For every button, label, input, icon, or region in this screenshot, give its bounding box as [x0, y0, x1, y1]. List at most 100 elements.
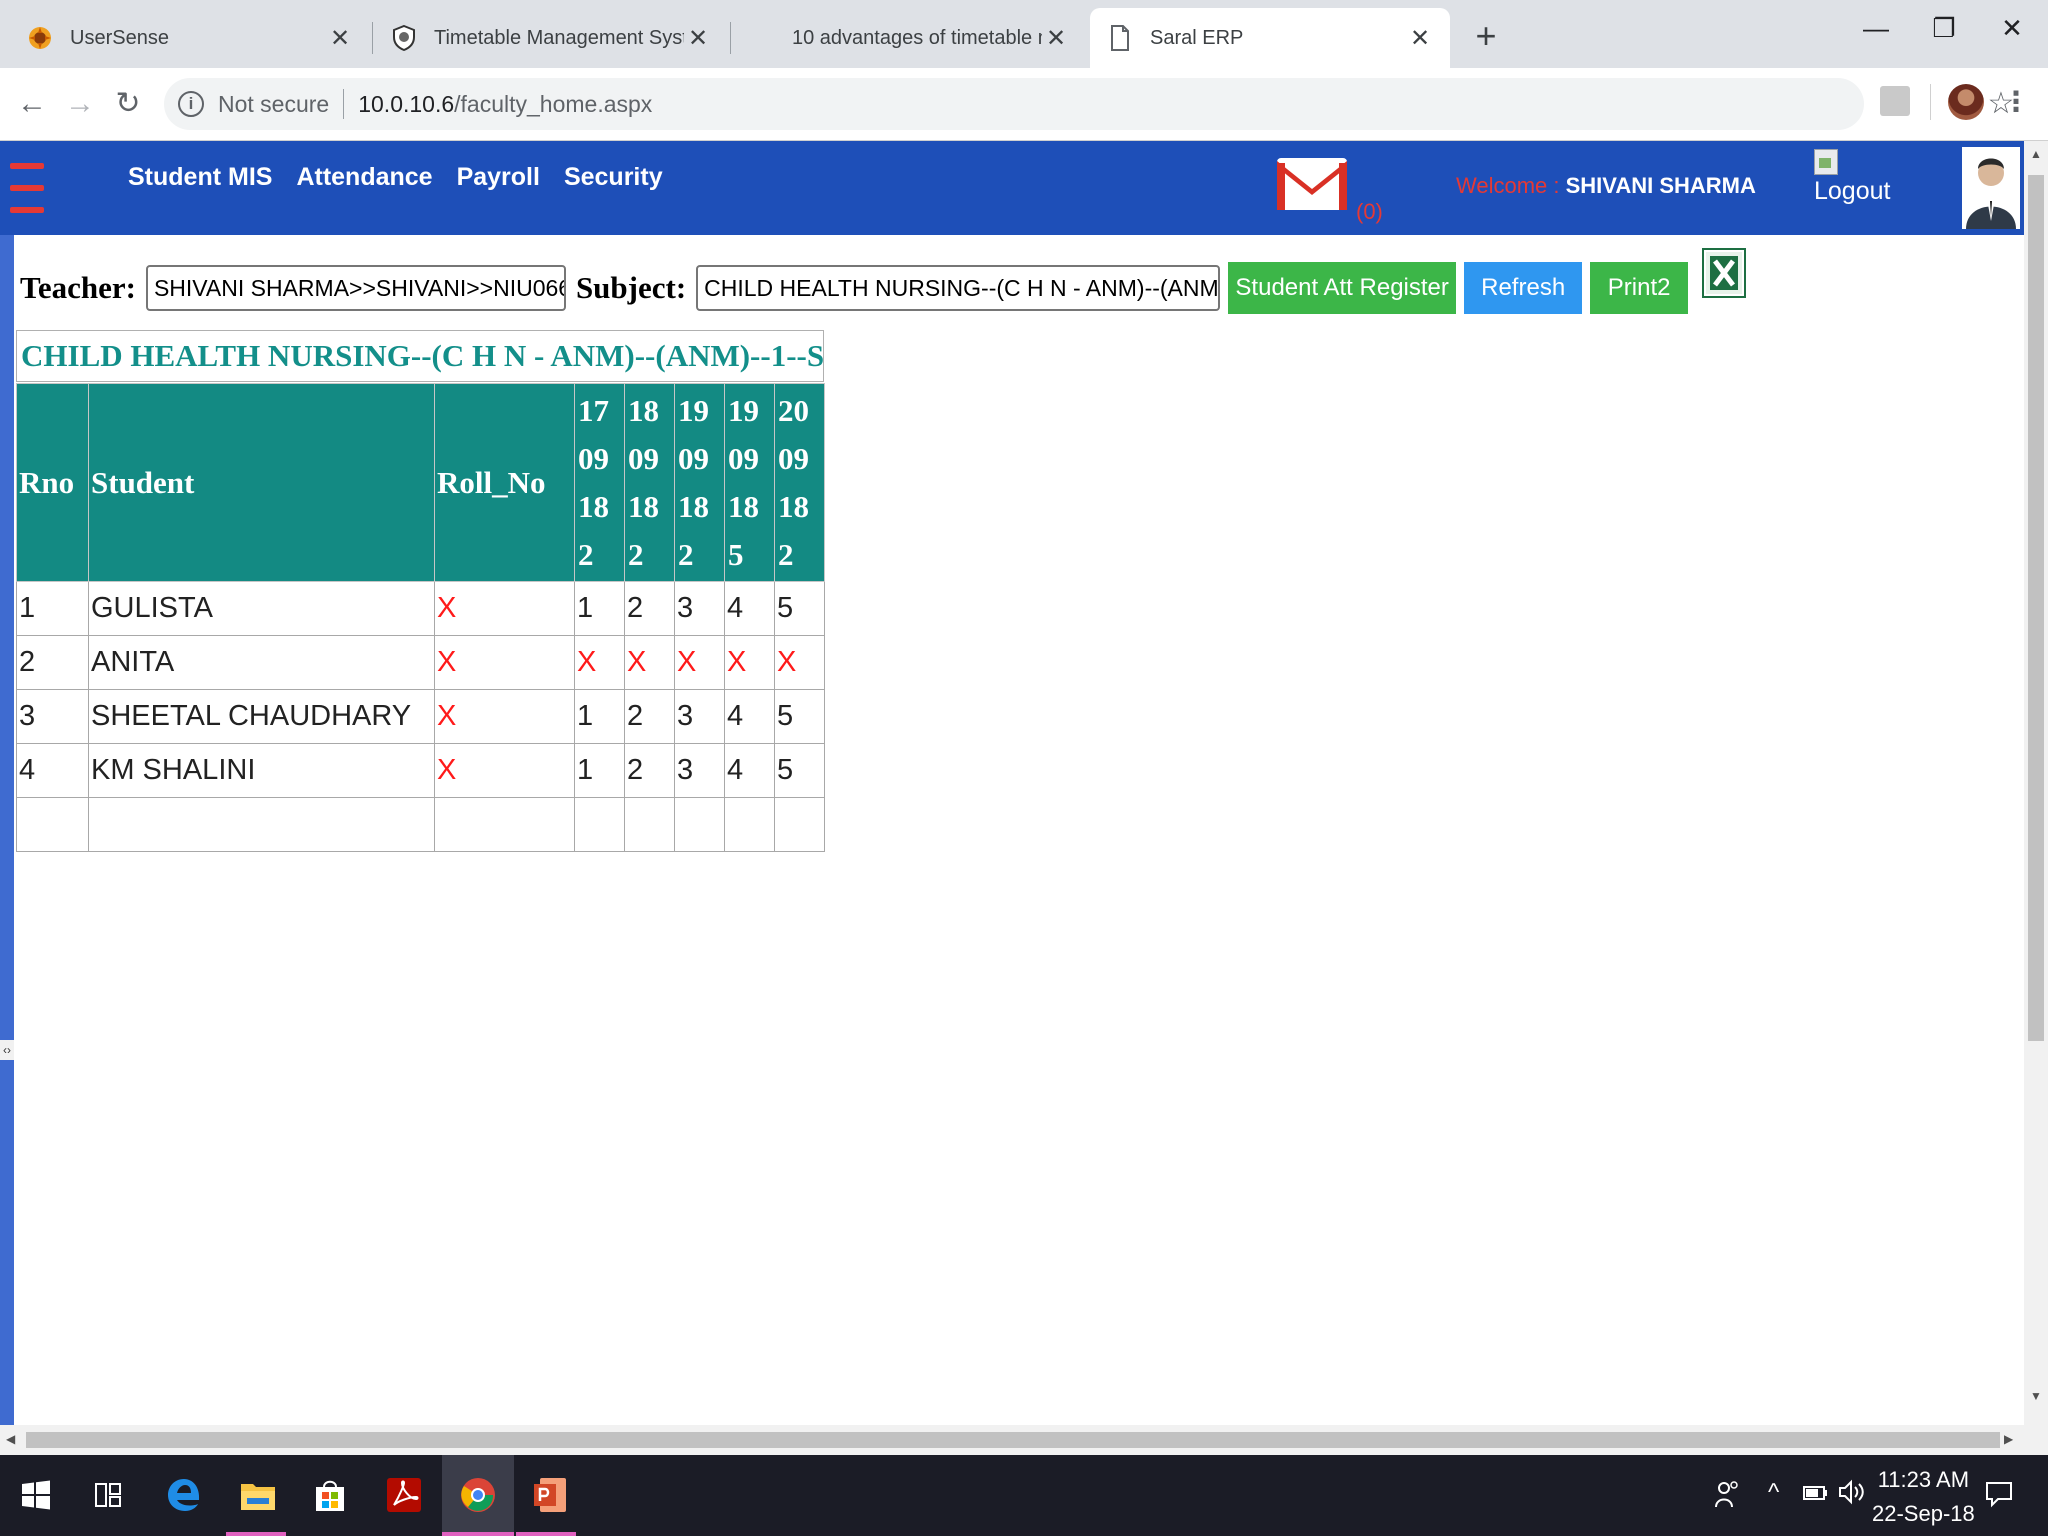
- grid-title: CHILD HEALTH NURSING--(C H N - ANM)--(AN…: [16, 330, 824, 382]
- chrome-menu-icon[interactable]: ⋮: [1998, 84, 2034, 124]
- app-header: Student MIS Attendance Payroll Security …: [0, 141, 2024, 235]
- address-divider: [343, 89, 345, 119]
- tab-timetable[interactable]: Timetable Management System ✕: [374, 8, 728, 68]
- table-row: 4 KM SHALINI X 1 2 3 4 5: [16, 743, 825, 798]
- volume-icon[interactable]: [1838, 1479, 1866, 1512]
- close-icon[interactable]: ✕: [684, 24, 712, 53]
- toolbar-divider: [1930, 84, 1931, 120]
- teacher-select[interactable]: SHIVANI SHARMA>>SHIVANI>>NIU0665: [145, 265, 566, 311]
- reload-icon[interactable]: ↻: [106, 82, 150, 126]
- attendance-table: Rno Student Roll_No 17 09 18 2 18 09 18 2 19 09…: [16, 383, 825, 852]
- scroll-down-icon[interactable]: ▼: [2024, 1389, 2048, 1403]
- windows-start-icon[interactable]: [10, 1469, 62, 1521]
- profile-avatar[interactable]: [1948, 84, 1984, 120]
- scroll-thumb[interactable]: [2028, 175, 2044, 1041]
- chrome-icon[interactable]: [452, 1469, 504, 1521]
- cell-rno: 1: [16, 581, 89, 636]
- powerpoint-icon[interactable]: [524, 1469, 576, 1521]
- scroll-right-icon[interactable]: ▶: [2004, 1432, 2013, 1446]
- nav-student-mis[interactable]: Student MIS: [128, 163, 272, 192]
- logout-label: Logout: [1814, 177, 1891, 205]
- scroll-left-icon[interactable]: ◀: [6, 1432, 15, 1446]
- close-icon[interactable]: ✕: [326, 24, 354, 53]
- moon-icon: [748, 24, 776, 52]
- file-explorer-icon[interactable]: [232, 1469, 284, 1521]
- logout-link[interactable]: Logout: [1814, 149, 1890, 206]
- print-button[interactable]: Print2: [1590, 262, 1689, 314]
- col-date-3: 19 09 18 2: [674, 383, 725, 582]
- taskbar: ^ 11:23 AM 22-Sep-18: [0, 1455, 2048, 1536]
- refresh-button[interactable]: Refresh: [1464, 262, 1583, 314]
- tab-title: 10 advantages of timetable mana: [792, 26, 1042, 49]
- close-icon[interactable]: ✕: [1042, 24, 1070, 53]
- mail-count: (0): [1356, 199, 1383, 224]
- cell-student: KM SHALINI: [88, 743, 435, 798]
- info-icon[interactable]: i: [178, 91, 204, 117]
- task-view-icon[interactable]: [82, 1469, 134, 1521]
- tab-usersense[interactable]: UserSense ✕: [10, 8, 370, 68]
- url-text: 10.0.10.6/faculty_home.aspx: [358, 91, 652, 118]
- tab-divider: [730, 22, 731, 54]
- hamburger-menu-icon[interactable]: [10, 163, 44, 215]
- subject-select[interactable]: CHILD HEALTH NURSING--(C H N - ANM)--(AN…: [696, 265, 1221, 311]
- scrollbar-corner: [2024, 1425, 2048, 1455]
- cell-roll-no: X: [434, 581, 575, 636]
- chevron-up-icon[interactable]: ^: [1768, 1479, 1779, 1507]
- pdf-extension-icon[interactable]: [1880, 86, 1910, 116]
- taskbar-indicator: [442, 1532, 514, 1536]
- close-window-icon[interactable]: ✕: [1982, 6, 2042, 50]
- close-icon[interactable]: ✕: [1406, 24, 1434, 53]
- table-header-row: Rno Student Roll_No 17 09 18 2 18 09 18 2 19 09…: [16, 383, 825, 582]
- cell-att: X: [674, 635, 725, 690]
- tab-advantages[interactable]: 10 advantages of timetable mana ✕: [732, 8, 1086, 68]
- panel-toggle-icon[interactable]: ‹›: [0, 1040, 14, 1060]
- forward-icon[interactable]: →: [58, 82, 102, 126]
- new-tab-button[interactable]: +: [1464, 14, 1508, 58]
- nav-attendance[interactable]: Attendance: [296, 163, 432, 192]
- left-panel-strip: [0, 235, 14, 1425]
- tab-divider: [372, 22, 373, 54]
- user-avatar[interactable]: [1962, 147, 2020, 229]
- store-icon[interactable]: [304, 1469, 356, 1521]
- nav-security[interactable]: Security: [564, 163, 663, 192]
- address-bar[interactable]: i Not secure 10.0.10.6/faculty_home.aspx…: [164, 78, 2014, 130]
- minimize-icon[interactable]: —: [1846, 6, 1906, 50]
- url-host: 10.0.10.6: [358, 90, 455, 117]
- cell-rno: 4: [16, 743, 89, 798]
- mail-icon[interactable]: [1276, 157, 1348, 211]
- cell-att: 1: [574, 689, 625, 744]
- edge-browser-icon[interactable]: [158, 1469, 210, 1521]
- attendance-body: 1 GULISTA X 1 2 3 4 5 2 ANITA X X X X X …: [16, 581, 825, 852]
- system-clock[interactable]: 11:23 AM 22-Sep-18: [1872, 1463, 1975, 1531]
- scroll-up-icon[interactable]: ▲: [2024, 147, 2048, 161]
- notification-icon[interactable]: [1984, 1479, 2014, 1516]
- emblem-icon: [26, 24, 54, 52]
- tab-strip: UserSense ✕ Timetable Management System …: [0, 0, 2048, 68]
- cell-att: 1: [574, 743, 625, 798]
- security-label: Not secure: [218, 90, 330, 117]
- excel-export-icon[interactable]: [1702, 248, 1746, 298]
- scroll-thumb[interactable]: [26, 1432, 2000, 1448]
- cell-rno: 2: [16, 635, 89, 690]
- cell-att: 4: [724, 581, 775, 636]
- col-date-5: 20 09 18 2: [774, 383, 825, 582]
- student-att-register-button[interactable]: Student Att Register: [1228, 262, 1457, 314]
- people-icon[interactable]: [1714, 1479, 1740, 1516]
- taskbar-indicator: [516, 1532, 576, 1536]
- acrobat-icon[interactable]: [378, 1469, 430, 1521]
- battery-network-icon[interactable]: [1802, 1479, 1830, 1512]
- cell-att: 3: [674, 581, 725, 636]
- table-row: 2 ANITA X X X X X X: [16, 635, 825, 690]
- restore-icon[interactable]: ❐: [1914, 6, 1974, 50]
- col-date-2: 18 09 18 2: [624, 383, 675, 582]
- vertical-scrollbar[interactable]: ▲ ▼: [2024, 141, 2048, 1425]
- horizontal-scrollbar[interactable]: ◀ ▶: [0, 1425, 2024, 1455]
- cell-att: 1: [574, 581, 625, 636]
- clock-time: 11:23 AM: [1877, 1467, 1970, 1492]
- cell-att: X: [574, 635, 625, 690]
- nav-payroll[interactable]: Payroll: [457, 163, 540, 192]
- tab-saral-erp[interactable]: Saral ERP ✕: [1090, 8, 1450, 68]
- user-name: SHIVANI SHARMA: [1565, 173, 1756, 198]
- back-icon[interactable]: ←: [10, 82, 54, 126]
- col-date-4: 19 09 18 5: [724, 383, 775, 582]
